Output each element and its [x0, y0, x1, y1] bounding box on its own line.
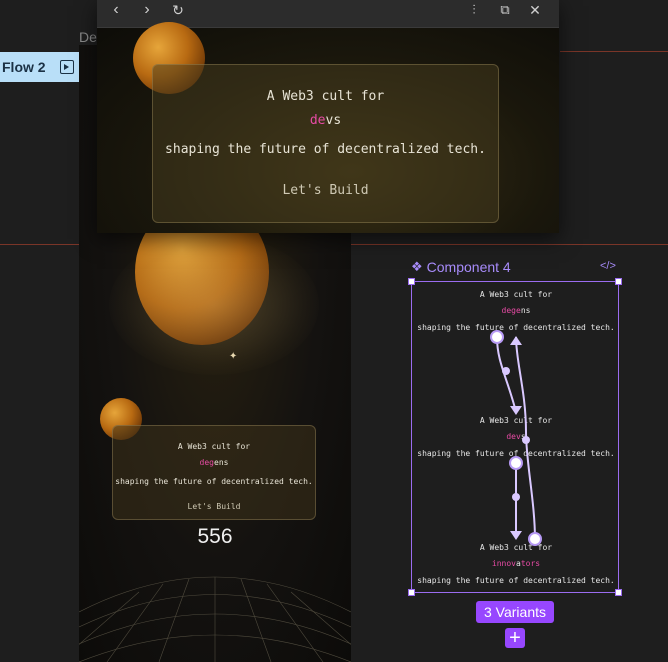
sparkle-icon: ✦ [229, 351, 238, 362]
perspective-grid [79, 576, 351, 662]
hero-rotating-word: degens [113, 458, 315, 467]
hero-word-rest: ens [214, 458, 229, 467]
component-name: Component 4 [426, 259, 511, 275]
guide-line-top [560, 51, 668, 52]
resize-handle-bottom-left[interactable] [408, 589, 415, 596]
flow-2-tag[interactable]: Flow 2 [0, 52, 79, 82]
lets-build-button[interactable]: Let's Build [113, 502, 315, 511]
play-frame-icon[interactable] [59, 60, 74, 74]
reload-icon[interactable]: ↻ [167, 0, 189, 20]
close-icon[interactable]: ✕ [524, 0, 546, 20]
counter-value: 556 [197, 525, 233, 548]
open-external-icon[interactable]: ⧉ [494, 0, 516, 20]
preview-line-3: shaping the future of decentralized tech… [165, 142, 486, 157]
code-icon[interactable]: </> [600, 260, 616, 272]
component-title[interactable]: ❖ Component 4 [411, 259, 511, 275]
frame-label[interactable]: De [79, 29, 97, 45]
variants-badge[interactable]: 3 Variants [476, 601, 554, 623]
flow-label: Flow 2 [2, 59, 46, 75]
preview-window[interactable]: ‹ › ↻ ⫶ ⧉ ✕ A Web3 cult for devs shaping… [97, 0, 559, 233]
prototype-connections [490, 330, 542, 546]
hero-card: A Web3 cult for degens shaping the futur… [112, 425, 316, 520]
particle-cloud [109, 235, 319, 375]
preview-lets-build-button[interactable]: Let's Build [153, 183, 498, 198]
preview-word-rest: vs [325, 113, 342, 128]
preview-line-1: A Web3 cult for [266, 89, 385, 104]
component-set-box[interactable]: A Web3 cult for degens shaping the futur… [408, 278, 622, 596]
hero-word-pink: deg [199, 458, 214, 467]
hero-line-3: shaping the future of decentralized tech… [115, 477, 313, 486]
preview-content: A Web3 cult for devs shaping the future … [97, 22, 559, 233]
component-icon: ❖ [411, 259, 423, 274]
preview-rotating-word: devs [153, 113, 498, 128]
settings-sliders-icon[interactable]: ⫶ [463, 0, 485, 20]
add-variant-button[interactable]: + [505, 628, 525, 648]
preview-word-pink: de [309, 113, 326, 128]
resize-handle-top-right[interactable] [615, 278, 622, 285]
resize-handle-top-left[interactable] [408, 278, 415, 285]
back-icon[interactable]: ‹ [105, 0, 127, 20]
preview-card: A Web3 cult for devs shaping the future … [152, 64, 499, 223]
resize-handle-bottom-right[interactable] [615, 589, 622, 596]
forward-icon[interactable]: › [136, 0, 158, 20]
hero-line-1: A Web3 cult for [177, 442, 251, 451]
